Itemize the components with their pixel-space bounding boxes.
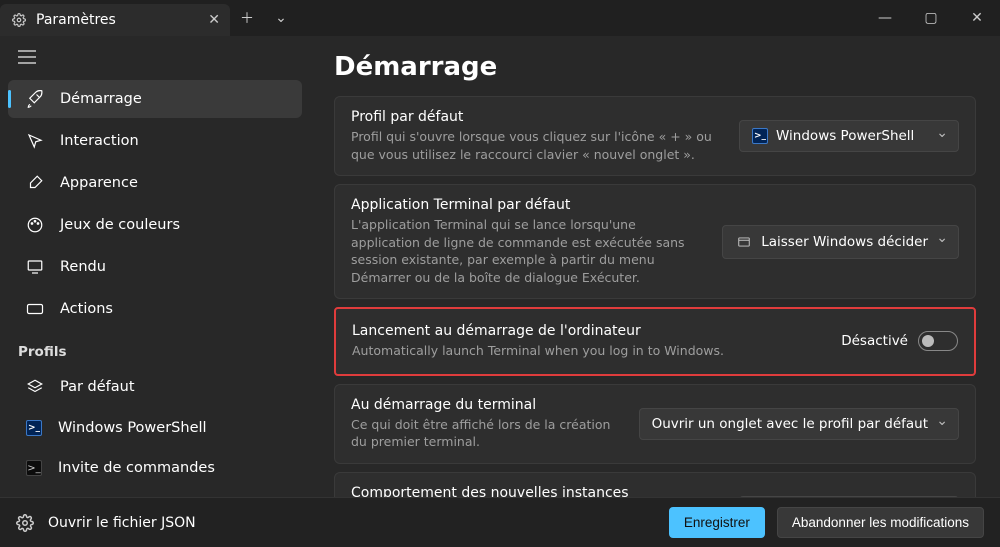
toggle-state-label: Désactivé [841,333,908,349]
hamburger-icon[interactable] [0,40,310,78]
sidebar-item-label: Windows PowerShell [58,420,207,436]
tab-label: Paramètres [36,12,116,28]
brush-icon [26,174,44,192]
monitor-icon [26,258,44,276]
dropdown-value: Ouvrir un onglet avec le profil par défa… [652,416,928,432]
dropdown-value: Windows PowerShell [776,128,914,144]
window-icon [735,233,753,251]
page-title: Démarrage [334,52,976,82]
card-desc: Profil qui s'ouvre lorsque vous cliquez … [351,128,723,163]
card-title: Application Terminal par défaut [351,197,706,213]
card-title: Au démarrage du terminal [351,397,623,413]
sidebar-item-demarrage[interactable]: Démarrage [8,80,302,118]
card-desc: L'application Terminal qui se lance lors… [351,216,706,286]
layers-icon [26,378,44,396]
sidebar-item-rendu[interactable]: Rendu [8,248,302,286]
card-title: Lancement au démarrage de l'ordinateur [352,323,825,339]
sidebar-item-interaction[interactable]: Interaction [8,122,302,160]
minimize-button[interactable]: — [862,0,908,36]
powershell-icon: >_ [26,420,42,436]
sidebar-item-label: Invite de commandes [58,460,215,476]
sidebar-item-label: Jeux de couleurs [60,217,180,233]
toggle-launch-on-boot[interactable] [918,331,958,351]
discard-button[interactable]: Abandonner les modifications [777,507,984,538]
gear-icon [16,514,34,532]
sidebar-item-apparence[interactable]: Apparence [8,164,302,202]
sidebar-item-label: Par défaut [60,379,135,395]
sidebar-item-label: Interaction [60,133,139,149]
sidebar-profile-cmd[interactable]: >_ Invite de commandes [8,450,302,486]
sidebar-item-label: Rendu [60,259,106,275]
card-desc: Ce qui doit être affiché lors de la créa… [351,416,623,451]
content-area: Démarrage Profil par défaut Profil qui s… [310,36,1000,497]
close-window-button[interactable]: ✕ [954,0,1000,36]
cursor-icon [26,132,44,150]
window-controls: — ▢ ✕ [862,0,1000,36]
sidebar: Démarrage Interaction Apparence Jeux de … [0,36,310,497]
sidebar-profile-powershell[interactable]: >_ Windows PowerShell [8,410,302,446]
dropdown-new-instance[interactable]: Créer une fenêtre [739,496,959,498]
sidebar-item-label: Actions [60,301,113,317]
card-on-startup[interactable]: Au démarrage du terminal Ce qui doit êtr… [334,384,976,464]
tab-settings[interactable]: Paramètres ✕ [0,4,230,36]
dropdown-default-app[interactable]: Laisser Windows décider [722,225,959,259]
sidebar-profile-default[interactable]: Par défaut [8,368,302,406]
card-default-profile[interactable]: Profil par défaut Profil qui s'ouvre lor… [334,96,976,176]
card-launch-on-boot[interactable]: Lancement au démarrage de l'ordinateur A… [334,307,976,376]
tab-dropdown-icon[interactable]: ⌄ [264,0,298,36]
dropdown-default-profile[interactable]: >_ Windows PowerShell [739,120,959,152]
new-tab-button[interactable]: ＋ [230,0,264,36]
gear-icon [10,11,28,29]
card-desc: Automatically launch Terminal when you l… [352,342,825,360]
card-title: Profil par défaut [351,109,723,125]
cmd-icon: >_ [26,460,42,476]
sidebar-item-actions[interactable]: Actions [8,290,302,328]
maximize-button[interactable]: ▢ [908,0,954,36]
sidebar-item-label: Apparence [60,175,138,191]
card-new-instance[interactable]: Comportement des nouvelles instances Con… [334,472,976,498]
sidebar-section-profiles: Profils [0,330,310,366]
card-default-app[interactable]: Application Terminal par défaut L'applic… [334,184,976,299]
powershell-icon: >_ [752,128,768,144]
tab-close-icon[interactable]: ✕ [208,12,220,28]
sidebar-item-colorschemes[interactable]: Jeux de couleurs [8,206,302,244]
footer: Ouvrir le fichier JSON Enregistrer Aband… [0,497,1000,547]
rocket-icon [26,90,44,108]
palette-icon [26,216,44,234]
dropdown-on-startup[interactable]: Ouvrir un onglet avec le profil par défa… [639,408,959,440]
keyboard-icon [26,300,44,318]
card-title: Comportement des nouvelles instances [351,485,723,498]
save-button[interactable]: Enregistrer [669,507,765,538]
dropdown-value: Laisser Windows décider [761,234,928,250]
titlebar: Paramètres ✕ ＋ ⌄ — ▢ ✕ [0,0,1000,36]
open-json-link[interactable]: Ouvrir le fichier JSON [48,515,196,531]
sidebar-item-label: Démarrage [60,91,142,107]
